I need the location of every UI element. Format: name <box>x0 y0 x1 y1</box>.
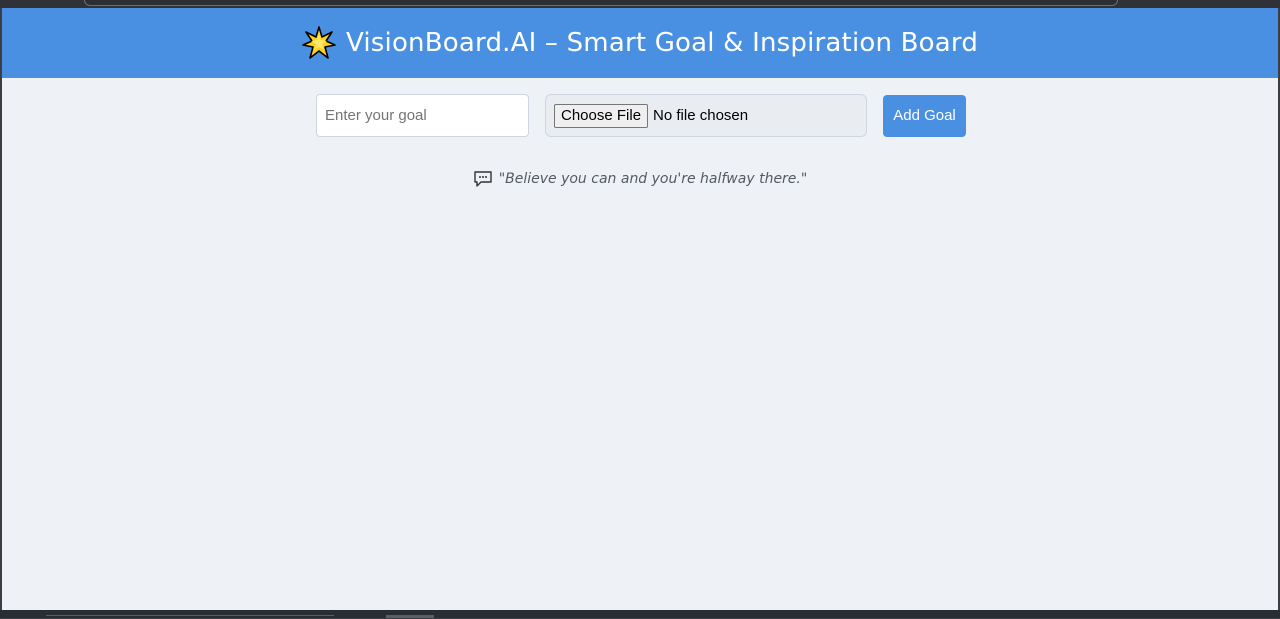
page-title: VisionBoard.AI – Smart Goal & Inspiratio… <box>345 28 979 58</box>
browser-tab-bar <box>84 0 1118 6</box>
inspiration-quote: "Believe you can and you're halfway ther… <box>2 170 1278 188</box>
app-header: VisionBoard.AI – Smart Goal & Inspiratio… <box>2 8 1278 78</box>
choose-file-button[interactable]: Choose File <box>554 103 649 128</box>
goal-input[interactable] <box>316 94 529 137</box>
browser-top-strip <box>0 0 1280 8</box>
quote-text: "Believe you can and you're halfway ther… <box>498 171 808 187</box>
add-goal-button[interactable]: Add Goal <box>883 94 966 137</box>
file-status-text: No file chosen <box>653 107 749 124</box>
app-window: VisionBoard.AI – Smart Goal & Inspiratio… <box>2 8 1278 610</box>
star-icon <box>302 26 336 60</box>
taskbar-strip <box>0 610 1280 618</box>
speech-bubble-icon <box>473 170 493 188</box>
title-group: VisionBoard.AI – Smart Goal & Inspiratio… <box>302 26 978 60</box>
taskbar-segment <box>46 615 334 619</box>
file-picker[interactable]: Choose File No file chosen <box>545 94 867 137</box>
goal-form: Choose File No file chosen Add Goal <box>316 94 966 137</box>
